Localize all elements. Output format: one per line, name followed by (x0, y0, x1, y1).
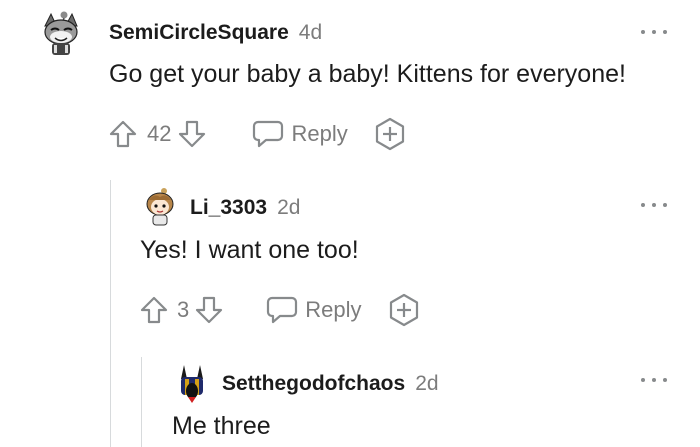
cat-avatar-icon[interactable] (40, 10, 82, 56)
more-options-button[interactable] (641, 199, 667, 211)
award-icon[interactable] (373, 117, 407, 151)
more-options-button[interactable] (641, 374, 667, 386)
vote-count: 3 (177, 297, 190, 322)
comment-1-meta: SemiCircleSquare 4d (109, 21, 322, 45)
vote-count: 42 (147, 121, 172, 146)
timestamp: 4d (298, 21, 323, 44)
jackal-avatar-icon[interactable] (172, 361, 212, 403)
reply-button[interactable]: Reply (252, 119, 348, 149)
comment-body: Me three (172, 412, 271, 440)
more-options-button[interactable] (641, 26, 667, 38)
timestamp: 2d (277, 196, 301, 219)
username[interactable]: SemiCircleSquare (109, 21, 289, 45)
comment-body: Go get your baby a baby! Kittens for eve… (109, 60, 626, 88)
downvote-icon[interactable] (177, 119, 207, 149)
timestamp: 2d (415, 372, 439, 395)
upvote-icon[interactable] (108, 119, 138, 149)
girl-avatar-icon[interactable] (143, 186, 177, 226)
comment-3: Setthegodofchaos 2d Me three (0, 357, 700, 447)
reply-label: Reply (305, 297, 362, 322)
reply-icon (267, 296, 298, 324)
award-icon[interactable] (387, 293, 421, 327)
comment-2-actions: 3 Reply (139, 293, 421, 327)
reply-icon (253, 120, 284, 148)
comment-1: SemiCircleSquare 4d Go get your baby a b… (0, 0, 700, 160)
username[interactable]: Setthegodofchaos (222, 372, 405, 396)
upvote-icon[interactable] (139, 295, 169, 325)
comment-1-actions: 42 Reply (108, 117, 407, 151)
downvote-icon[interactable] (194, 295, 224, 325)
reply-button[interactable]: Reply (266, 295, 362, 325)
comment-2-meta: Li_3303 2d (190, 196, 300, 220)
username[interactable]: Li_3303 (190, 196, 267, 220)
comment-2: Li_3303 2d Yes! I want one too! 3 Reply (0, 180, 700, 340)
comment-3-meta: Setthegodofchaos 2d (222, 372, 439, 396)
comment-body: Yes! I want one too! (140, 236, 359, 264)
reply-label: Reply (291, 121, 348, 146)
